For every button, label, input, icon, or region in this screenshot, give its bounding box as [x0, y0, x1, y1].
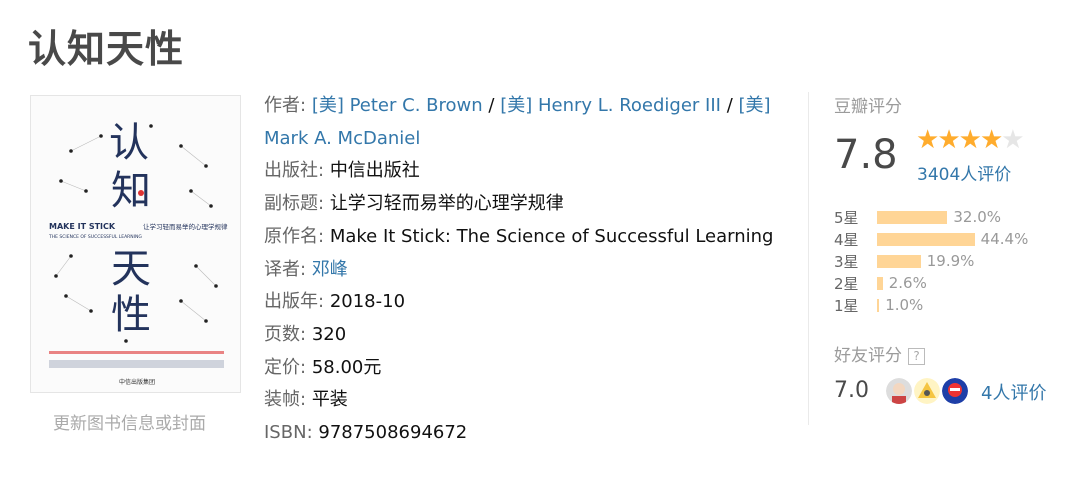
friend-avatars	[886, 378, 970, 404]
rating-distribution-row: 1星 1.0%	[834, 294, 1054, 316]
star-icon: ★	[979, 125, 1003, 155]
binding-label: 装帧	[264, 389, 300, 411]
star-level-label: 5星	[834, 208, 859, 227]
avatar[interactable]	[886, 378, 912, 404]
label-colon: :	[300, 95, 307, 116]
star-icon: ★	[1001, 125, 1024, 155]
pub-year-label: 出版年	[264, 291, 318, 313]
original-title-value: Make It Stick: The Science of Successful…	[329, 225, 774, 247]
rating-title: 豆瓣评分	[834, 97, 902, 117]
isbn-label: ISBN	[264, 422, 307, 444]
star-level-label: 4星	[834, 230, 859, 249]
label-colon: :	[300, 323, 307, 345]
rating-distribution-row: 5星 32.0%	[834, 206, 1054, 228]
label-colon: :	[318, 291, 325, 313]
star-icon: ★	[958, 125, 982, 155]
rating-stars: ★★★★★	[916, 125, 1025, 155]
subtitle-label: 副标题	[264, 193, 318, 215]
author-link-1[interactable]: [美] Peter C. Brown	[312, 95, 483, 116]
rating-count-link[interactable]: 3404人评价	[917, 160, 1011, 185]
rating-percent: 44.4%	[980, 230, 1029, 248]
rating-percent: 1.0%	[885, 296, 924, 314]
label-colon: :	[318, 225, 325, 247]
star-level-label: 2星	[834, 274, 859, 293]
book-info: 作者: [美] Peter C. Brown / [美] Henry L. Ro…	[264, 90, 784, 450]
info-isbn-row: ISBN: 9787508694672	[264, 417, 784, 450]
cover-char-1: 认	[109, 120, 149, 166]
price-label: 定价	[264, 356, 300, 378]
cover-publisher: 中信出版集团	[119, 378, 155, 386]
avatar[interactable]	[942, 378, 968, 404]
info-subtitle-row: 副标题: 让学习轻而易举的心理学规律	[264, 188, 784, 221]
rating-percent: 2.6%	[888, 274, 927, 292]
rating-bar	[877, 254, 921, 268]
rating-score: 7.8	[834, 132, 898, 178]
label-colon: :	[300, 356, 307, 378]
subtitle-value: 让学习轻而易举的心理学规律	[329, 193, 564, 215]
author-separator: /	[726, 95, 733, 116]
price-value: 58.00元	[311, 356, 382, 378]
pages-value: 320	[311, 323, 347, 345]
info-translator-row: 译者: 邓峰	[264, 254, 784, 287]
info-original-title-row: 原作名: Make It Stick: The Science of Succe…	[264, 221, 784, 254]
friend-rating-count-link[interactable]: 4人评价	[981, 379, 1046, 405]
rating-bar	[877, 232, 975, 246]
original-title-label: 原作名	[264, 225, 318, 247]
rating-bar	[877, 298, 880, 312]
cover-char-2: 知	[111, 168, 151, 214]
info-authors-row: 作者: [美] Peter C. Brown / [美] Henry L. Ro…	[264, 90, 784, 155]
label-colon: :	[300, 389, 307, 411]
star-icon: ★	[937, 125, 960, 155]
rating-percent: 19.9%	[926, 252, 975, 270]
author-separator: /	[488, 95, 495, 116]
rating-distribution-row: 2星 2.6%	[834, 272, 1054, 294]
label-colon: :	[318, 160, 325, 182]
section-divider	[808, 92, 809, 425]
friend-rating-label: 好友评分	[834, 346, 902, 366]
label-colon: :	[318, 193, 325, 215]
cover-subtitle: 让学习轻而易举的心理学规律	[143, 222, 228, 231]
rating-distribution: 5星 32.0% 4星 44.4% 3星 19.9% 2星 2.6% 1星 1.0%	[834, 206, 1054, 316]
pub-year-value: 2018-10	[329, 291, 406, 313]
translator-label: 译者	[264, 258, 300, 280]
rating-bar	[877, 210, 948, 224]
book-title: 认知天性	[28, 27, 185, 71]
star-level-label: 1星	[834, 296, 859, 315]
cover-char-4: 性	[111, 292, 151, 338]
binding-value: 平装	[311, 389, 348, 411]
rating-distribution-row: 3星 19.9%	[834, 250, 1054, 272]
info-binding-row: 装帧: 平装	[264, 384, 784, 417]
cover-english: MAKE IT STICK	[49, 222, 116, 231]
cover-image: 认 知 天 性 MAKE IT STICK THE SCIENCE OF SUC…	[31, 96, 240, 392]
author-link-2[interactable]: [美] Henry L. Roediger III	[500, 95, 721, 116]
book-cover[interactable]: 认 知 天 性 MAKE IT STICK THE SCIENCE OF SUC…	[30, 95, 241, 393]
label-colon: :	[306, 422, 313, 444]
avatar[interactable]	[914, 378, 940, 404]
update-book-info-link[interactable]: 更新图书信息或封面	[53, 409, 206, 434]
rating-percent: 32.0%	[953, 208, 1002, 226]
cover-english-sub: THE SCIENCE OF SUCCESSFUL LEARNING	[48, 234, 142, 240]
info-publisher-row: 出版社: 中信出版社	[264, 155, 784, 188]
isbn-value: 9787508694672	[318, 422, 468, 444]
friend-rating-score: 7.0	[834, 378, 869, 403]
star-level-label: 3星	[834, 252, 859, 271]
cover-char-3: 天	[111, 246, 151, 292]
pages-label: 页数	[264, 323, 300, 345]
info-pages-row: 页数: 320	[264, 319, 784, 352]
rating-distribution-row: 4星 44.4%	[834, 228, 1054, 250]
publisher-label: 出版社	[264, 160, 318, 182]
author-label: 作者	[264, 95, 300, 116]
rating-bar	[877, 276, 883, 290]
help-icon[interactable]: ?	[908, 348, 925, 365]
info-pub-year-row: 出版年: 2018-10	[264, 286, 784, 319]
info-price-row: 定价: 58.00元	[264, 352, 784, 385]
label-colon: :	[300, 258, 307, 280]
star-icon: ★	[916, 125, 939, 155]
friend-rating-title: 好友评分?	[834, 341, 925, 366]
publisher-value: 中信出版社	[329, 160, 420, 182]
translator-link[interactable]: 邓峰	[312, 259, 348, 280]
